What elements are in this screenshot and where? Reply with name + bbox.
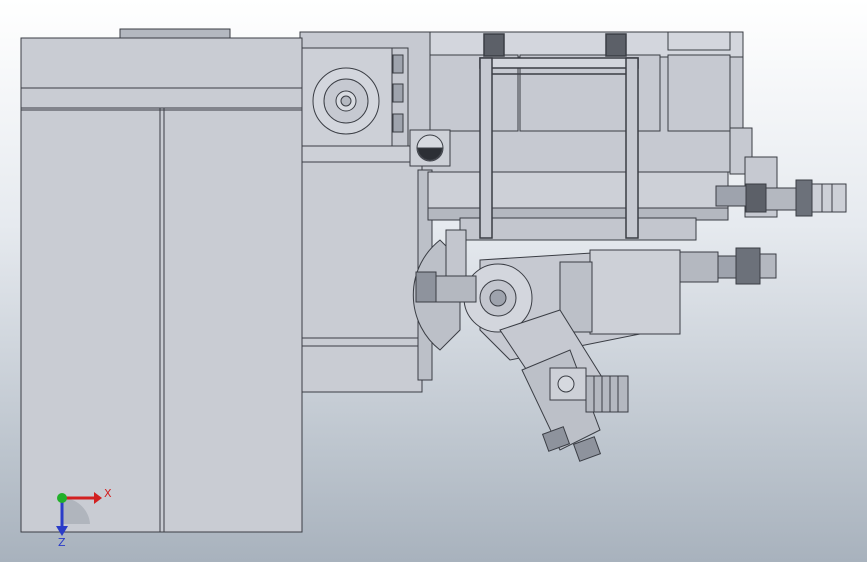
machine-assembly bbox=[20, 28, 847, 533]
y-axis-dot-icon bbox=[57, 493, 67, 503]
sight-glass bbox=[409, 129, 451, 167]
central-rail bbox=[427, 171, 729, 241]
x-axis-label: X bbox=[104, 487, 112, 500]
right-spindle-upper bbox=[715, 179, 847, 217]
right-spindle-lower bbox=[679, 247, 777, 285]
motor-housing bbox=[301, 47, 423, 165]
cad-viewport[interactable]: X Z bbox=[0, 0, 867, 562]
z-axis-label: Z bbox=[58, 536, 66, 549]
lower-column bbox=[301, 161, 433, 393]
left-cabinet bbox=[20, 37, 303, 533]
